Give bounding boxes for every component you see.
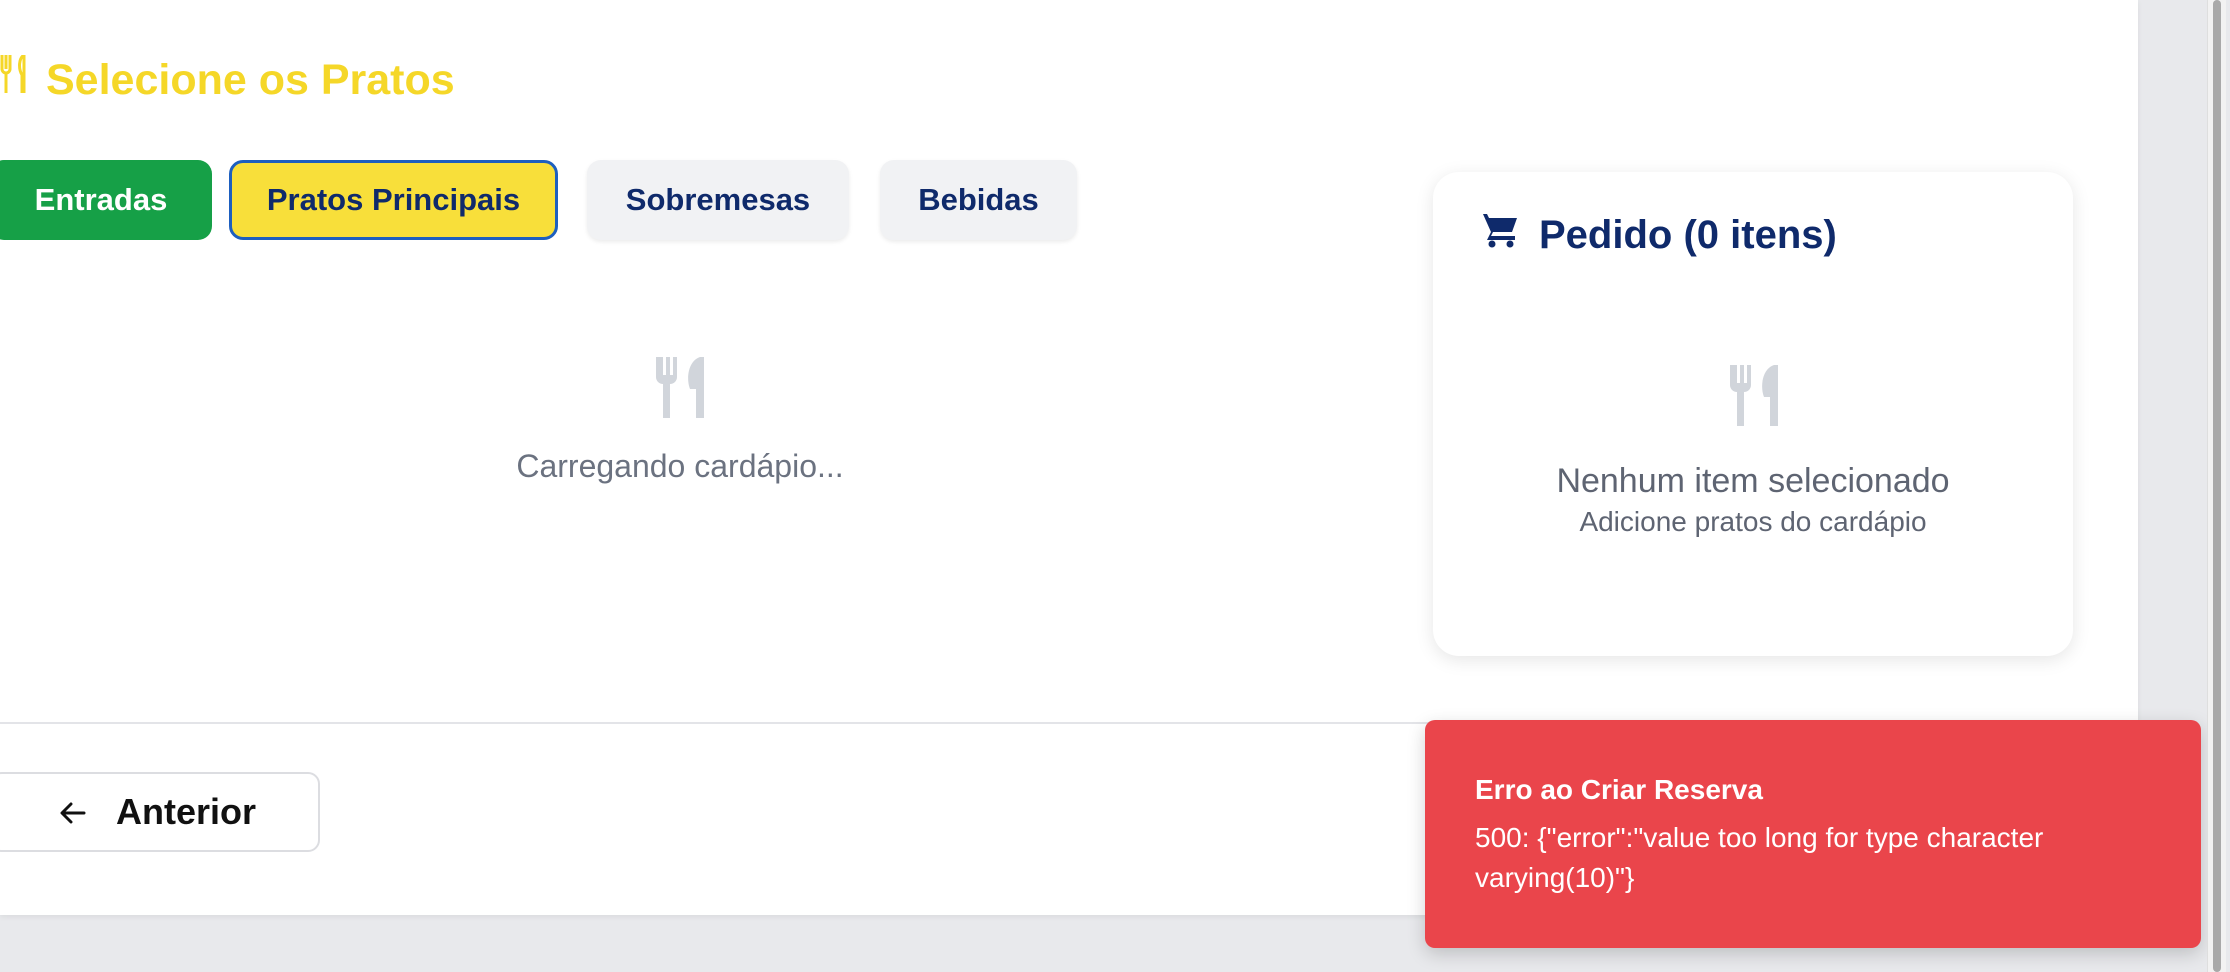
tab-sobremesas[interactable]: Sobremesas (587, 160, 849, 240)
order-title: Pedido (0 itens) (1479, 212, 1837, 258)
utensils-icon (654, 357, 710, 424)
order-empty-subtitle: Adicione pratos do cardápio (1579, 506, 1927, 537)
tab-entradas[interactable]: Entradas (0, 160, 212, 240)
order-title-text: Pedido (0 itens) (1539, 212, 1837, 257)
menu-loading-text: Carregando cardápio... (516, 448, 844, 484)
toast-message: 500: {"error":"value too long for type c… (1475, 822, 2044, 893)
utensils-icon (0, 53, 46, 106)
utensils-icon (1728, 365, 1784, 432)
toast-title: Erro ao Criar Reserva (1475, 774, 1763, 805)
arrow-left-icon (0, 791, 116, 833)
order-panel: Pedido (0 itens) Nenhum item selecionado… (1433, 172, 2073, 656)
tab-bebidas[interactable]: Bebidas (880, 160, 1077, 240)
previous-button-label: Anterior (116, 791, 257, 832)
cart-icon (1479, 212, 1539, 258)
previous-button[interactable]: Anterior (0, 772, 320, 852)
tab-pratos-principais[interactable]: Pratos Principais (229, 160, 558, 240)
error-toast[interactable]: Erro ao Criar Reserva 500: {"error":"val… (1425, 720, 2201, 948)
section-title: Selecione os Pratos (0, 53, 455, 106)
section-title-text: Selecione os Pratos (46, 56, 455, 104)
scrollbar-thumb[interactable] (2213, 0, 2221, 972)
order-empty-title: Nenhum item selecionado (1556, 462, 1950, 500)
